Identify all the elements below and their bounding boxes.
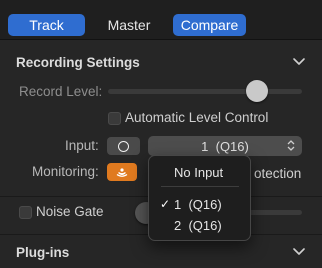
compare-button[interactable]: Compare <box>173 14 246 36</box>
menu-item-label: No Input <box>174 164 224 180</box>
checkmark-icon: ✓ <box>160 197 171 211</box>
tab-bar: Track Master Compare <box>0 0 322 40</box>
record-level-label: Record Level: <box>19 84 103 99</box>
menu-separator <box>161 186 239 187</box>
input-popup[interactable]: 1 (Q16) <box>148 136 302 156</box>
input-label: Input: <box>65 138 99 153</box>
menu-item-label: 1 (Q16) <box>174 196 222 212</box>
noise-gate-checkbox[interactable] <box>19 206 32 219</box>
recording-settings-header[interactable]: Recording Settings <box>0 46 322 78</box>
plugins-title: Plug-ins <box>16 244 70 260</box>
recording-settings-title: Recording Settings <box>16 54 140 70</box>
behind-menu-text: otection <box>254 166 302 181</box>
chevron-down-icon[interactable] <box>292 247 306 257</box>
input-popup-value: 1 (Q16) <box>201 138 249 154</box>
menu-item-no-input[interactable]: No Input <box>149 162 250 182</box>
tab-track[interactable]: Track <box>8 14 85 36</box>
chevron-down-icon[interactable] <box>292 57 306 67</box>
record-level-track[interactable] <box>108 89 302 94</box>
monitoring-icon <box>115 165 129 180</box>
mono-circle-icon <box>118 140 129 152</box>
input-dropdown-menu: No Input ✓ 1 (Q16) 2 (Q16) <box>148 155 251 241</box>
menu-item-input-2[interactable]: 2 (Q16) <box>149 215 250 235</box>
record-level-slider-knob[interactable] <box>246 80 269 102</box>
menu-item-input-1[interactable]: ✓ 1 (Q16) <box>149 194 250 214</box>
up-down-arrows-icon <box>287 139 295 152</box>
automatic-level-control-label: Automatic Level Control <box>125 110 269 125</box>
noise-gate-label: Noise Gate <box>36 204 104 219</box>
input-format-button[interactable] <box>107 137 140 155</box>
monitoring-label: Monitoring: <box>32 164 99 179</box>
automatic-level-control-checkbox[interactable] <box>108 112 121 125</box>
tab-master[interactable]: Master <box>88 14 170 36</box>
menu-item-label: 2 (Q16) <box>174 217 222 233</box>
monitoring-button[interactable] <box>107 163 137 181</box>
tab-group: Track Master Compare <box>8 14 252 36</box>
